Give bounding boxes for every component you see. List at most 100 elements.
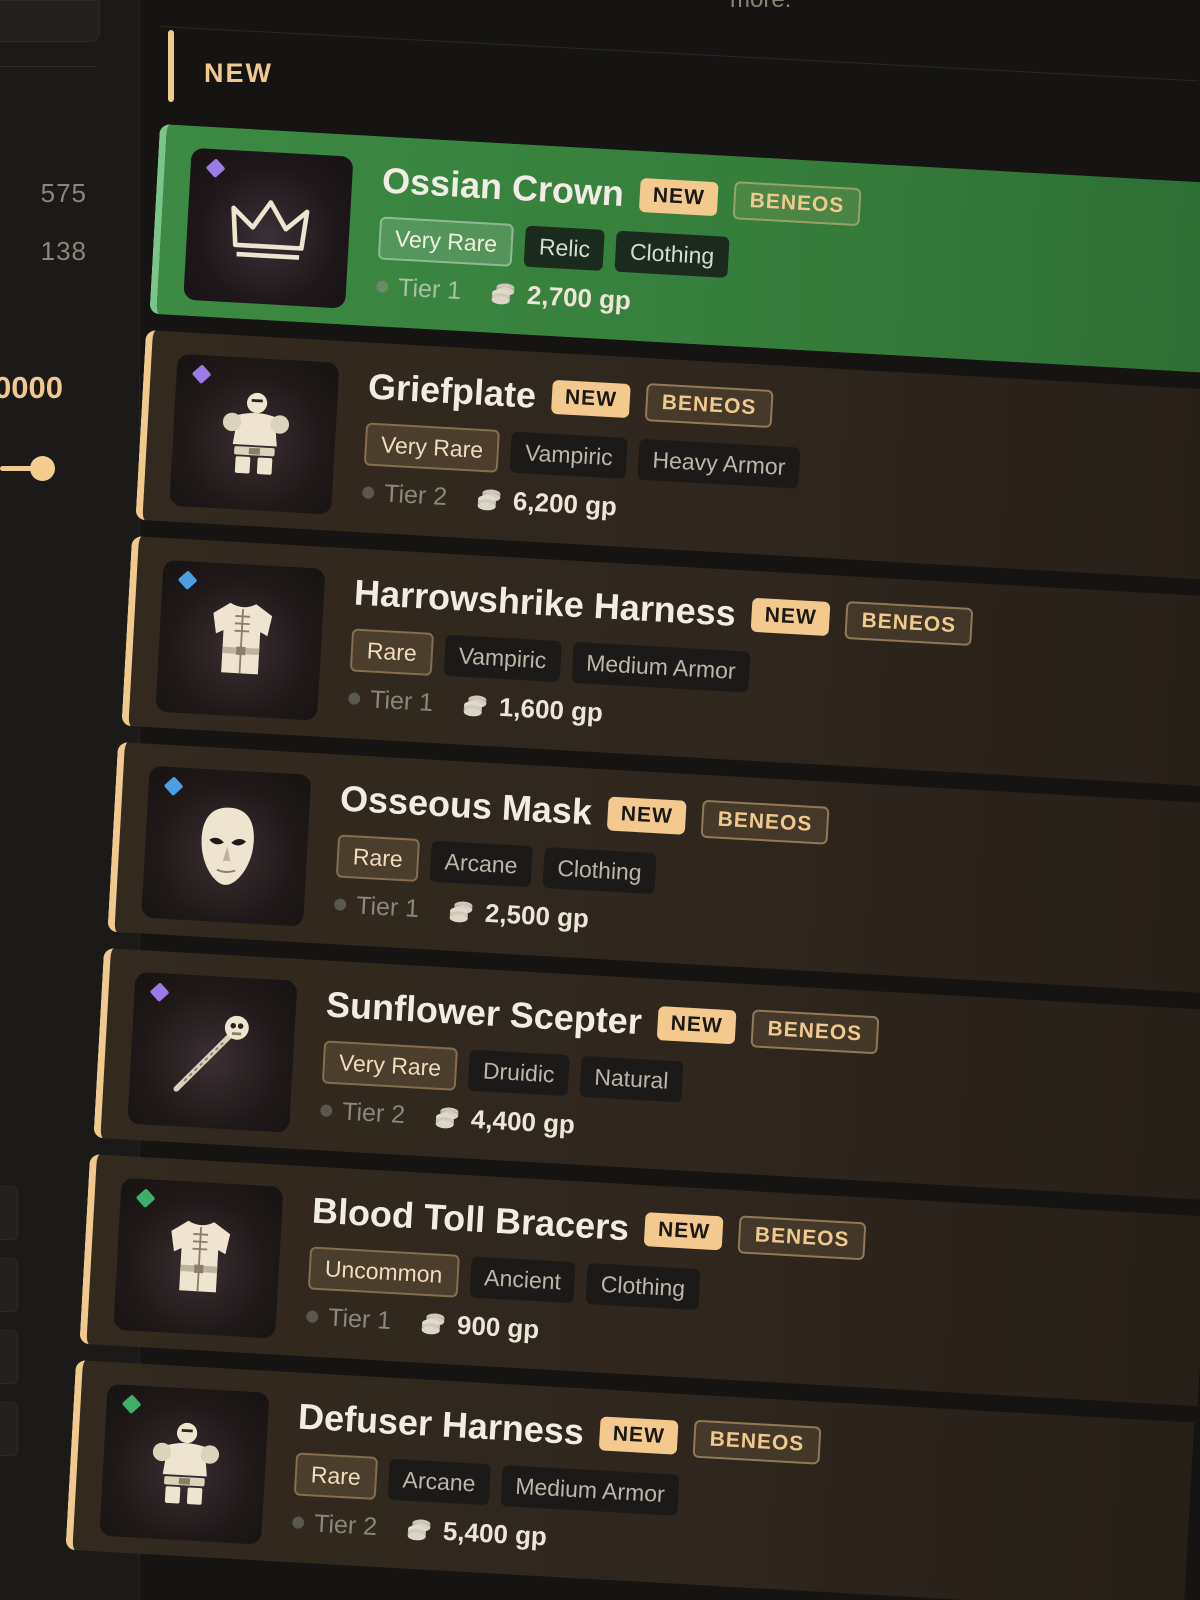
sidebar-chip[interactable] xyxy=(0,1186,18,1240)
item-name: Sunflower Scepter xyxy=(325,983,643,1043)
price-slider-handle[interactable] xyxy=(30,456,55,481)
new-badge: NEW xyxy=(644,1212,724,1251)
price-range-value: 0000 xyxy=(0,370,63,405)
item-price: 1,600 gp xyxy=(498,691,604,728)
item-thumbnail xyxy=(141,765,312,927)
item-name: Blood Toll Bracers xyxy=(311,1189,631,1249)
source-badge: BENEOS xyxy=(700,799,830,845)
item-card-sunflower-scepter[interactable]: Sunflower Scepter NEW BENEOS Very Rare D… xyxy=(93,948,1200,1201)
rarity-gem-icon xyxy=(135,1188,156,1209)
type-tag: Clothing xyxy=(585,1262,701,1310)
coins-icon xyxy=(446,899,475,925)
rarity-tag: Very Rare xyxy=(363,421,501,473)
item-name: Ossian Crown xyxy=(381,159,626,214)
category-tag: Relic xyxy=(523,225,606,271)
item-price: 2,700 gp xyxy=(526,279,632,316)
item-tier: Tier 1 xyxy=(327,1303,392,1335)
item-name: Defuser Harness xyxy=(297,1395,586,1453)
rarity-tag: Very Rare xyxy=(377,215,515,267)
item-info: Defuser Harness NEW BENEOS Rare Arcane M… xyxy=(291,1391,1178,1592)
new-badge: NEW xyxy=(598,1416,679,1455)
type-tag: Clothing xyxy=(614,230,730,278)
category-tag: Arcane xyxy=(429,840,533,887)
rarity-tag: Rare xyxy=(293,1451,378,1500)
item-info: Griefplate NEW BENEOS Very Rare Vampiric… xyxy=(361,361,1200,562)
item-price: 4,400 gp xyxy=(470,1103,576,1140)
coins-icon xyxy=(474,487,503,513)
item-tier: Tier 1 xyxy=(369,685,434,717)
item-info: Ossian Crown NEW BENEOS Very Rare Relic … xyxy=(375,155,1200,356)
rarity-gem-icon xyxy=(163,776,184,797)
item-price: 5,400 gp xyxy=(442,1515,548,1552)
rarity-gem-icon xyxy=(191,364,212,385)
item-price: 6,200 gp xyxy=(512,485,618,522)
source-badge: BENEOS xyxy=(644,383,774,429)
sidebar-top-control[interactable] xyxy=(0,0,100,42)
item-list-panel: more. NEW Ossian Crown NEW BENEOS Very R… xyxy=(65,0,1200,1600)
category-tag: Vampiric xyxy=(443,634,562,682)
tier-dot-icon xyxy=(319,1104,333,1117)
item-tier: Tier 1 xyxy=(397,273,462,305)
item-price: 2,500 gp xyxy=(484,897,590,934)
rarity-tag: Rare xyxy=(349,627,434,676)
rarity-tag: Rare xyxy=(335,833,420,882)
item-thumbnail xyxy=(155,559,326,721)
rarity-tag: Very Rare xyxy=(321,1039,459,1091)
filter-count: 575 xyxy=(40,178,87,208)
new-badge: NEW xyxy=(638,177,719,217)
category-tag: Ancient xyxy=(469,1255,577,1303)
item-tier: Tier 2 xyxy=(341,1097,406,1129)
item-thumbnail xyxy=(113,1177,284,1339)
type-tag: Natural xyxy=(579,1055,684,1102)
tier-dot-icon xyxy=(305,1310,319,1323)
section-title: NEW xyxy=(204,58,273,88)
coins-icon xyxy=(418,1311,447,1337)
description-text: more. xyxy=(730,0,791,14)
item-tier: Tier 2 xyxy=(383,479,448,511)
rarity-gem-icon xyxy=(121,1394,142,1415)
item-card-blood-toll-bracers[interactable]: Blood Toll Bracers NEW BENEOS Uncommon A… xyxy=(79,1154,1200,1407)
coins-icon xyxy=(432,1105,461,1131)
source-badge: BENEOS xyxy=(750,1009,880,1055)
new-badge: NEW xyxy=(606,796,687,835)
tier-dot-icon xyxy=(291,1516,305,1529)
rarity-gem-icon xyxy=(205,158,226,179)
sidebar-divider xyxy=(0,66,96,67)
item-info: Blood Toll Bracers NEW BENEOS Uncommon A… xyxy=(305,1185,1192,1386)
source-badge: BENEOS xyxy=(737,1215,867,1261)
item-tier: Tier 2 xyxy=(313,1509,378,1541)
source-badge: BENEOS xyxy=(692,1419,822,1465)
source-badge: BENEOS xyxy=(844,600,974,647)
item-info: Osseous Mask NEW BENEOS Rare Arcane Clot… xyxy=(333,773,1200,974)
item-info: Sunflower Scepter NEW BENEOS Very Rare D… xyxy=(319,979,1200,1180)
item-name: Harrowshrike Harness xyxy=(353,571,737,634)
rarity-gem-icon xyxy=(149,982,170,1003)
sidebar-chip[interactable] xyxy=(0,1258,18,1312)
source-badge: BENEOS xyxy=(732,181,862,227)
rarity-gem-icon xyxy=(177,570,198,591)
new-badge: NEW xyxy=(750,597,831,637)
sidebar-chip[interactable] xyxy=(0,1330,18,1384)
tier-dot-icon xyxy=(333,898,347,911)
item-thumbnail xyxy=(169,353,340,515)
tier-dot-icon xyxy=(375,280,389,293)
new-badge: NEW xyxy=(551,379,631,419)
sidebar-chip[interactable] xyxy=(0,1402,18,1456)
item-name: Griefplate xyxy=(367,365,538,416)
section-accent-bar xyxy=(168,30,174,102)
item-price: 900 gp xyxy=(456,1309,541,1344)
filter-count: 138 xyxy=(40,236,87,266)
type-tag: Medium Armor xyxy=(500,1464,680,1516)
type-tag: Medium Armor xyxy=(571,641,751,693)
item-name: Osseous Mask xyxy=(339,777,594,833)
new-badge: NEW xyxy=(656,1006,737,1045)
item-info: Harrowshrike Harness NEW BENEOS Rare Vam… xyxy=(347,567,1200,768)
category-tag: Vampiric xyxy=(509,431,628,479)
type-tag: Heavy Armor xyxy=(637,438,801,489)
category-tag: Druidic xyxy=(467,1049,570,1096)
item-thumbnail xyxy=(127,971,298,1133)
section-header: NEW xyxy=(168,30,568,102)
item-browser: 575 138 0000 more. NEW Ossian Crown NEW … xyxy=(0,0,1200,1600)
tier-dot-icon xyxy=(361,486,375,499)
item-thumbnail xyxy=(99,1383,270,1545)
